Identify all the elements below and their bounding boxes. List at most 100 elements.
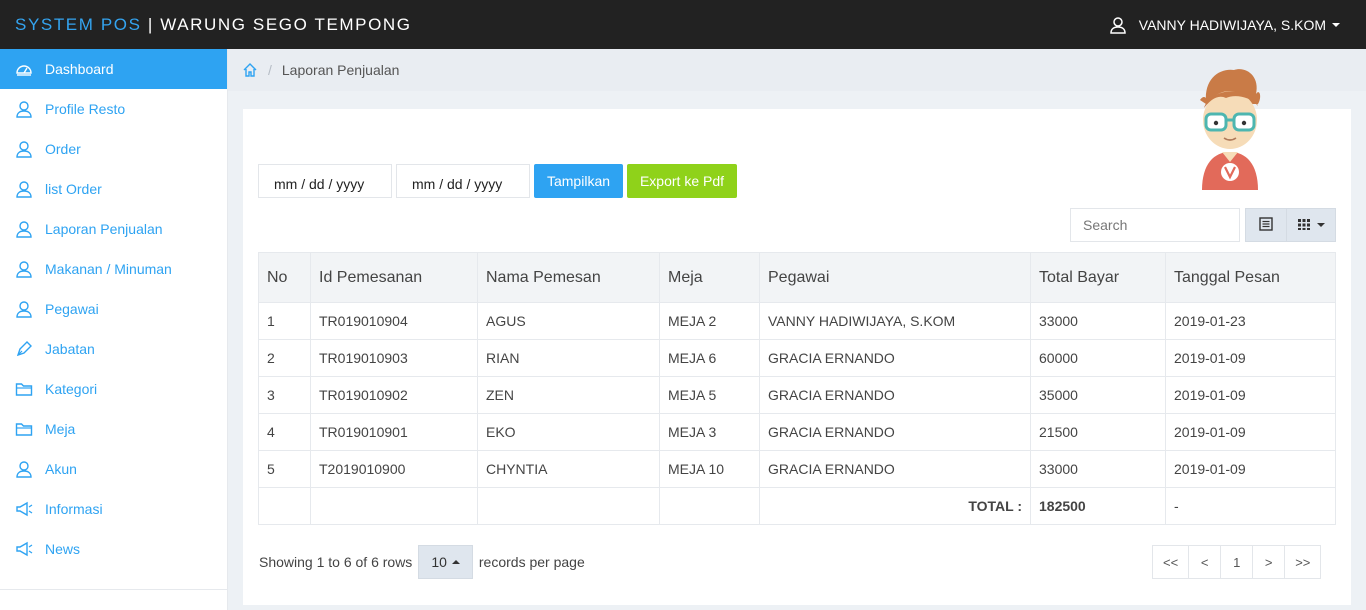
- user-icon: [15, 140, 33, 158]
- col-header-pegawai[interactable]: Pegawai: [759, 252, 1031, 303]
- cell-id-pemesanan: TR019010904: [310, 302, 478, 340]
- chevron-down-icon: [1317, 223, 1325, 227]
- sidebar-item-order[interactable]: Order: [0, 129, 227, 169]
- cell-meja: MEJA 3: [659, 413, 760, 451]
- cell-meja: MEJA 2: [659, 302, 760, 340]
- sidebar-item-jabatan[interactable]: Jabatan: [0, 329, 227, 369]
- col-header-id-pemesanan[interactable]: Id Pemesanan: [310, 252, 478, 303]
- top-navbar: SYSTEM POS | WARUNG SEGO TEMPONG VANNY H…: [0, 0, 1366, 49]
- pagination-info: Showing 1 to 6 of 6 rows 10 records per …: [259, 545, 585, 579]
- user-menu[interactable]: VANNY HADIWIJAYA, S.KOM: [1109, 0, 1340, 49]
- sidebar-item-label: Akun: [45, 461, 77, 477]
- user-icon: [15, 260, 33, 278]
- dashboard-icon: [15, 60, 33, 78]
- brand-system-pos: SYSTEM POS: [15, 14, 142, 34]
- cell-no: 2: [258, 339, 311, 377]
- search-input[interactable]: [1070, 208, 1240, 242]
- col-header-meja[interactable]: Meja: [659, 252, 760, 303]
- brand-store-name: | WARUNG SEGO TEMPONG: [141, 14, 412, 34]
- cell-meja: MEJA 5: [659, 376, 760, 414]
- toggle-view-button[interactable]: [1245, 208, 1287, 242]
- cell-id-pemesanan: TR019010903: [310, 339, 478, 377]
- sidebar-item-makanan-minuman[interactable]: Makanan / Minuman: [0, 249, 227, 289]
- sidebar-item-label: Jabatan: [45, 341, 95, 357]
- col-header-tanggal-pesan[interactable]: Tanggal Pesan: [1165, 252, 1336, 303]
- table-row: 2 TR019010903 RIAN MEJA 6 GRACIA ERNANDO…: [258, 339, 1336, 377]
- chevron-up-icon: [451, 560, 460, 564]
- cell-pegawai: VANNY HADIWIJAYA, S.KOM: [759, 302, 1031, 340]
- cell-tanggal-pesan: 2019-01-09: [1165, 450, 1336, 488]
- sidebar-item-label: Laporan Penjualan: [45, 221, 163, 237]
- table-row: 4 TR019010901 EKO MEJA 3 GRACIA ERNANDO …: [258, 413, 1336, 451]
- page-next-button[interactable]: >: [1252, 545, 1286, 579]
- sidebar-item-akun[interactable]: Akun: [0, 449, 227, 489]
- folder-icon: [15, 380, 33, 398]
- page-number-button[interactable]: 1: [1220, 545, 1254, 579]
- cell-pegawai: GRACIA ERNANDO: [759, 413, 1031, 451]
- megaphone-icon: [15, 500, 33, 518]
- page-prev-button[interactable]: <: [1188, 545, 1222, 579]
- report-panel: mm / dd / yyyy mm / dd / yyyy Tampilkan …: [243, 69, 1351, 605]
- sales-report-table: No Id Pemesanan Nama Pemesan Meja Pegawa…: [258, 252, 1336, 525]
- page-last-button[interactable]: >>: [1284, 545, 1322, 579]
- cell-tanggal-pesan: 2019-01-09: [1165, 339, 1336, 377]
- cell-total-bayar: 35000: [1030, 376, 1166, 414]
- cell-total-bayar: 33000: [1030, 450, 1166, 488]
- date-from-input[interactable]: mm / dd / yyyy: [258, 164, 392, 198]
- sidebar-item-label: list Order: [45, 181, 102, 197]
- user-icon: [15, 300, 33, 318]
- app-brand[interactable]: SYSTEM POS | WARUNG SEGO TEMPONG: [15, 15, 412, 35]
- sidebar-divider: [0, 589, 228, 590]
- sidebar-item-pegawai[interactable]: Pegawai: [0, 289, 227, 329]
- cell-tanggal-pesan: 2019-01-09: [1165, 413, 1336, 451]
- mascot-avatar: [1190, 64, 1270, 190]
- megaphone-icon: [15, 540, 33, 558]
- cell-tanggal-pesan: 2019-01-23: [1165, 302, 1336, 340]
- export-pdf-button[interactable]: Export ke Pdf: [627, 164, 737, 198]
- page-size-dropdown[interactable]: 10: [418, 545, 473, 579]
- columns-grid-icon: [1297, 217, 1311, 234]
- col-header-no[interactable]: No: [258, 252, 311, 303]
- sidebar-item-meja[interactable]: Meja: [0, 409, 227, 449]
- cell-meja: MEJA 10: [659, 450, 760, 488]
- home-icon[interactable]: [242, 62, 258, 78]
- cell-id-pemesanan: T2019010900: [310, 450, 478, 488]
- records-per-page-text: records per page: [478, 554, 585, 570]
- col-header-nama-pemesan[interactable]: Nama Pemesan: [477, 252, 660, 303]
- sidebar-item-list-order[interactable]: list Order: [0, 169, 227, 209]
- date-to-input[interactable]: mm / dd / yyyy: [396, 164, 530, 198]
- page-size-value: 10: [431, 554, 447, 570]
- show-button[interactable]: Tampilkan: [534, 164, 623, 198]
- folder-icon: [15, 420, 33, 438]
- sidebar-item-label: Profile Resto: [45, 101, 126, 117]
- table-header-row: No Id Pemesanan Nama Pemesan Meja Pegawa…: [258, 252, 1336, 303]
- cell-total-bayar: 60000: [1030, 339, 1166, 377]
- sidebar-item-label: Makanan / Minuman: [45, 261, 172, 277]
- page-first-button[interactable]: <<: [1152, 545, 1190, 579]
- sidebar-item-label: Dashboard: [45, 61, 114, 77]
- sidebar-item-label: Informasi: [45, 501, 103, 517]
- cell-nama-pemesan: AGUS: [477, 302, 660, 340]
- sidebar-item-kategori[interactable]: Kategori: [0, 369, 227, 409]
- sidebar-item-informasi[interactable]: Informasi: [0, 489, 227, 529]
- sidebar-item-dashboard[interactable]: Dashboard: [0, 49, 227, 89]
- user-name: VANNY HADIWIJAYA, S.KOM: [1138, 16, 1326, 33]
- pen-icon: [15, 340, 33, 358]
- empty-cell: [258, 487, 311, 525]
- sidebar-item-label: Order: [45, 141, 81, 157]
- columns-toggle-button[interactable]: [1286, 208, 1336, 242]
- empty-cell: [310, 487, 478, 525]
- breadcrumb-current: Laporan Penjualan: [281, 62, 400, 78]
- sidebar-item-profile-resto[interactable]: Profile Resto: [0, 89, 227, 129]
- user-icon: [15, 460, 33, 478]
- empty-cell: [477, 487, 660, 525]
- col-header-total-bayar[interactable]: Total Bayar: [1030, 252, 1166, 303]
- cell-total-bayar: 33000: [1030, 302, 1166, 340]
- cell-pegawai: GRACIA ERNANDO: [759, 450, 1031, 488]
- list-view-icon: [1259, 216, 1273, 234]
- sidebar-item-label: News: [45, 541, 81, 557]
- sidebar-item-laporan-penjualan[interactable]: Laporan Penjualan: [0, 209, 227, 249]
- sidebar-item-news[interactable]: News: [0, 529, 227, 569]
- total-label: TOTAL :: [759, 487, 1031, 525]
- cell-id-pemesanan: TR019010902: [310, 376, 478, 414]
